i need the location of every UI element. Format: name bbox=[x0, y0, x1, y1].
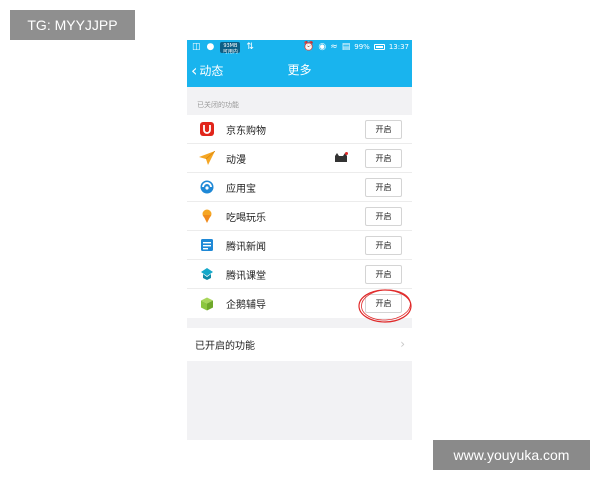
chevron-right-icon: › bbox=[400, 337, 405, 351]
enable-button[interactable]: 开启 bbox=[365, 120, 402, 139]
data-transfer-icon: ⇅ bbox=[246, 42, 254, 52]
page-title: 更多 bbox=[287, 63, 312, 77]
feature-row-food-fun: 吃喝玩乐 开启 bbox=[187, 202, 412, 231]
disabled-section-heading: 已关闭的功能 bbox=[197, 101, 239, 109]
cat-mascot-icon bbox=[335, 152, 348, 162]
classroom-icon bbox=[199, 266, 215, 282]
enabled-features-label: 已开启的功能 bbox=[195, 341, 255, 352]
enable-button[interactable]: 开启 bbox=[365, 265, 402, 284]
signal-icon: ▤ bbox=[341, 42, 351, 52]
enable-button[interactable]: 开启 bbox=[365, 294, 402, 313]
enable-button[interactable]: 开启 bbox=[365, 236, 402, 255]
cat-status-icon: ◉ bbox=[318, 42, 327, 52]
feature-row-tencent-news: 腾讯新闻 开启 bbox=[187, 231, 412, 260]
wifi-icon: ≈ bbox=[330, 42, 338, 52]
news-icon bbox=[199, 237, 215, 253]
enable-button[interactable]: 开启 bbox=[365, 149, 402, 168]
alarm-icon: ⏰ bbox=[303, 42, 315, 52]
app-store-icon bbox=[199, 179, 215, 195]
feature-row-tencent-classroom: 腾讯课堂 开启 bbox=[187, 260, 412, 289]
enable-button[interactable]: 开启 bbox=[365, 207, 402, 226]
title-bar: ‹ 动态 更多 bbox=[187, 54, 412, 87]
disabled-feature-list: 京东购物 开启 动漫 开启 应用宝 开启 吃喝玩乐 开启 腾讯新闻 开启 腾讯课… bbox=[187, 115, 412, 318]
watermark-top-left: TG: MYYJJPP bbox=[10, 10, 135, 40]
cleaner-icon: ◫ bbox=[192, 42, 201, 52]
battery-percent: 99% bbox=[354, 43, 370, 51]
watermark-bottom-right: www.youyuka.com bbox=[433, 440, 590, 470]
clock-time: 13:37 bbox=[388, 43, 409, 51]
feature-row-penguin-tutoring: 企鹅辅导 开启 bbox=[187, 289, 412, 318]
enable-button[interactable]: 开启 bbox=[365, 178, 402, 197]
status-bar: ◫ ● 93MB 可用内存 ⇅ ⏰ ◉ ≈ ▤ 99% 13:37 bbox=[187, 40, 412, 61]
tutoring-cube-icon bbox=[199, 296, 215, 312]
feature-row-jd-shopping: 京东购物 开启 bbox=[187, 115, 412, 144]
feature-row-anime: 动漫 开启 bbox=[187, 144, 412, 173]
enabled-features-row[interactable]: 已开启的功能 › bbox=[187, 328, 412, 361]
jd-shopping-icon bbox=[199, 121, 215, 137]
phone-screen: ◫ ● 93MB 可用内存 ⇅ ⏰ ◉ ≈ ▤ 99% 13:37 ‹ 动态 更… bbox=[187, 40, 412, 440]
qq-icon: ● bbox=[206, 42, 215, 52]
battery-icon bbox=[373, 44, 385, 50]
memory-badge: 93MB 可用内存 bbox=[220, 41, 241, 61]
paper-plane-icon bbox=[199, 150, 215, 166]
ice-cream-icon bbox=[199, 208, 215, 224]
feature-row-app-store: 应用宝 开启 bbox=[187, 173, 412, 202]
